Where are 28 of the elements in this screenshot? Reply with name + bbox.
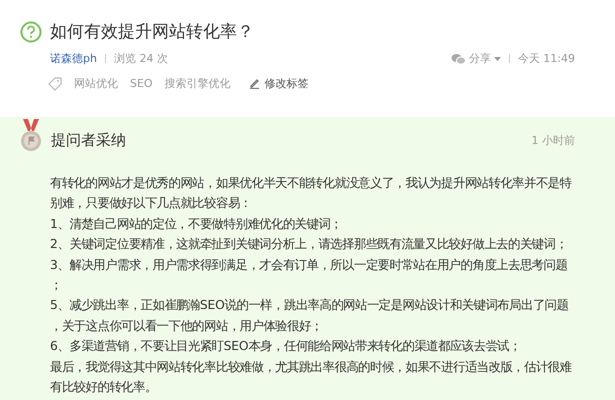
answer-text-line: 3、解决用户需求，用户需求得到满足，才会有订单，所以一定要时常站在用户的角度上去思考问题: [50, 256, 568, 274]
tag-link[interactable]: SEO: [130, 77, 153, 90]
answer-text-line: 别难，只要做好以下几点就比较容易：: [50, 195, 252, 212]
answer-text-line: 1、清楚自己网站的定位，不要做特别难优化的关键词；: [50, 216, 342, 233]
post-time: 今天 11:49: [518, 51, 575, 66]
question-icon: [20, 20, 42, 42]
share-button[interactable]: 分享: [450, 51, 501, 66]
answer-text-line: 6、多渠道营销，不要让目光紧盯SEO本身，任何能给网站带来转化的渠道都应该去尝试；: [50, 338, 521, 356]
answer-text-line: 有转化的网站才是优秀的网站，如果优化半天不能转化就没意义了，我认为提升网站转化率并不是特: [50, 175, 572, 192]
answer-time: 1 小时前: [532, 132, 575, 148]
answer-text-line: ；: [50, 277, 62, 294]
edit-tags-link[interactable]: 修改标签: [248, 76, 309, 91]
tag-link[interactable]: 搜索引擎优化: [164, 76, 231, 91]
answer-text-line: 最后，我觉得这其中网站转化率比较难做，尤其跳出率很高的时候，如果不进行适当改版，估计很难: [50, 358, 572, 376]
tag-link[interactable]: 网站优化: [74, 76, 118, 91]
answer-text-line: 2、关键词定位要精准，这就牵扯到关键词分析上，请选择那些既有流量又比较好做上去的关键词；: [50, 236, 568, 254]
tag-icon: [48, 76, 62, 90]
pencil-icon: [248, 78, 260, 89]
answer-text-line: 5、减少跳出率，正如崔鹏瀚SEO说的一样，跳出率高的网站一定是网站设计和关键词布局出了问题: [50, 297, 568, 314]
view-count: 浏览 24 次: [114, 51, 168, 66]
question-title: 如何有效提升网站转化率？: [50, 21, 254, 43]
chat-icon: [450, 52, 466, 64]
medal-icon: [20, 119, 42, 153]
author-link[interactable]: 诺森德ph: [50, 51, 97, 66]
answer-text-line: 有比较好的转化率。: [50, 379, 157, 396]
accepted-label: 提问者采纳: [51, 130, 126, 150]
answer-text-line: ，关于这点你可以看一下他的网站，用户体验很好；: [50, 318, 323, 335]
caret-icon: [494, 56, 501, 60]
